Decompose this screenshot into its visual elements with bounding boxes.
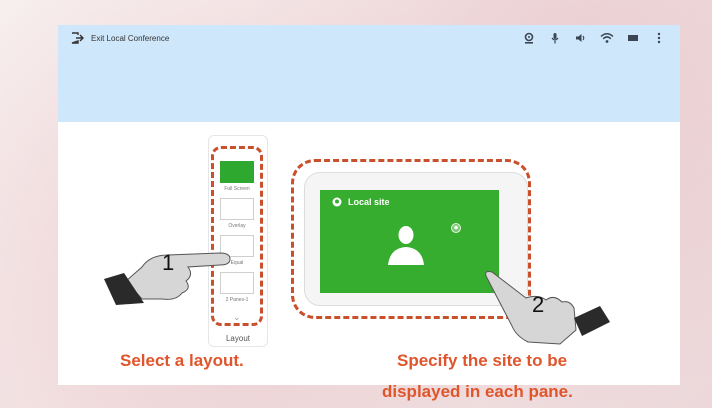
- exit-conference-button[interactable]: Exit Local Conference: [70, 31, 169, 45]
- caption-select-layout: Select a layout.: [120, 351, 244, 370]
- status-icons: [510, 31, 666, 45]
- camera-icon[interactable]: [522, 31, 536, 45]
- callout-number-1: 1: [162, 250, 175, 275]
- speaker-icon[interactable]: [574, 31, 588, 45]
- caption-specify-site-line1: Specify the site to be: [397, 351, 568, 370]
- header-band: [58, 51, 680, 122]
- caption-specify-site-line2: displayed in each pane.: [382, 382, 573, 401]
- exit-icon: [71, 32, 84, 44]
- callout-number-2: 2: [532, 292, 545, 317]
- more-icon[interactable]: [652, 31, 666, 45]
- microphone-icon[interactable]: [548, 31, 562, 45]
- top-bar: Exit Local Conference: [58, 25, 680, 51]
- battery-icon[interactable]: [626, 31, 640, 45]
- exit-conference-label: Exit Local Conference: [91, 33, 170, 43]
- pointing-hand-icon: [485, 271, 610, 345]
- layout-caption: Layout: [225, 334, 251, 343]
- wifi-icon[interactable]: [600, 31, 614, 45]
